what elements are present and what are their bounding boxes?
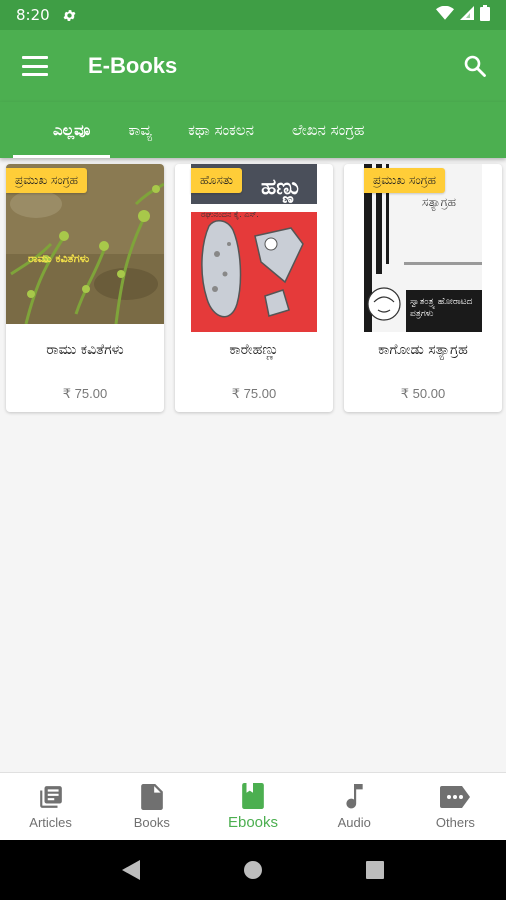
page-title: E-Books [88, 53, 178, 78]
recents-icon[interactable] [355, 850, 395, 890]
category-tabs: ಎಲ್ಲವೂ ಕಾವ್ಯ ಕಥಾ ಸಂಕಲನ ಲೇಖನ ಸಂಗ್ರಹ [0, 102, 506, 158]
settings-gear-icon [62, 8, 77, 23]
featured-badge: ಪ್ರಮುಖ ಸಂಗ್ರಹ [364, 168, 445, 193]
cover-text: ರಾಮು ಕವಿತೆಗಳು [28, 252, 90, 265]
book-title: ಕಾಗೋಡು ಸತ್ಯಾಗ್ರಹ [378, 342, 468, 358]
nav-articles-label: Articles [29, 815, 72, 830]
book-card[interactable]: ರಾಮು ಕವಿತೆಗಳು ಪ್ರಮುಖ ಸಂಗ್ರಹ ರಾಮು ಕವಿತೆಗಳ… [6, 164, 164, 412]
tag-icon [440, 783, 471, 811]
bottom-navigation: Articles Books Ebooks Audio Others [0, 772, 506, 840]
signal-icon [460, 6, 474, 24]
system-navigation-bar [0, 840, 506, 900]
tab-poetry[interactable]: ಕಾವ್ಯ [128, 102, 152, 158]
nav-books[interactable]: Books [101, 773, 202, 840]
featured-badge: ಪ್ರಮುಖ ಸಂಗ್ರಹ [6, 168, 87, 193]
book-grid: ರಾಮು ಕವಿತೆಗಳು ಪ್ರಮುಖ ಸಂಗ್ರಹ ರಾಮು ಕವಿತೆಗಳ… [6, 164, 502, 412]
nav-books-label: Books [133, 815, 170, 830]
home-icon[interactable] [233, 850, 273, 890]
status-bar: 8:20 [0, 0, 506, 30]
nav-audio-label: Audio [337, 815, 371, 830]
battery-icon [480, 5, 490, 25]
app-bar: E-Books [0, 30, 506, 102]
status-time: 8:20 [16, 6, 50, 24]
wifi-icon [436, 5, 454, 24]
nav-others[interactable]: Others [405, 773, 506, 840]
book-card[interactable]: ಸತ್ಯಾಗ್ರಹ ಸ್ವಾತಂತ್ರ್ಯ ಹೋರಾಟದ ಪತ್ರಗಳು ಪ್ರ… [344, 164, 502, 412]
book-title: ರಾಮು ಕವಿತೆಗಳು [46, 342, 124, 358]
nav-audio[interactable]: Audio [304, 773, 405, 840]
back-icon[interactable] [111, 850, 151, 890]
music-note-icon [344, 783, 364, 811]
nav-others-label: Others [435, 815, 475, 830]
svg-text:ಹಣ್ಣು: ಹಣ್ಣು [261, 175, 302, 204]
nav-articles[interactable]: Articles [0, 773, 101, 840]
tab-all[interactable]: ಎಲ್ಲವೂ [12, 102, 111, 158]
book-card[interactable]: ಹಣ್ಣು ರಘುನಂದನ ಕೈ. ಎಸ್. ಹೊಸತು ಕಾರೇಹಣ್ಣು ₹… [175, 164, 333, 412]
articles-icon [38, 783, 64, 811]
tab-essay-collection[interactable]: ಲೇಖನ ಸಂಗ್ರಹ [292, 102, 364, 158]
book-price: ₹ 75.00 [231, 386, 277, 401]
book-price: ₹ 75.00 [62, 386, 108, 401]
book-icon [140, 783, 163, 811]
nav-ebooks[interactable]: Ebooks [202, 773, 303, 840]
cover-text: ಸ್ವಾತಂತ್ರ್ಯ ಹೋರಾಟದ ಪತ್ರಗಳು [410, 297, 473, 319]
book-price: ₹ 50.00 [400, 386, 446, 401]
tab-story-collection[interactable]: ಕಥಾ ಸಂಕಲನ [188, 102, 254, 158]
cover-text: ರಘುನಂದನ ಕೈ. ಎಸ್. [201, 210, 259, 219]
menu-icon[interactable] [22, 56, 48, 76]
search-icon[interactable] [460, 51, 490, 81]
book-title: ಕಾರೇಹಣ್ಣು [229, 342, 279, 358]
ebook-icon [242, 782, 264, 810]
new-badge: ಹೊಸತು [191, 168, 243, 193]
nav-ebooks-label: Ebooks [227, 814, 279, 831]
